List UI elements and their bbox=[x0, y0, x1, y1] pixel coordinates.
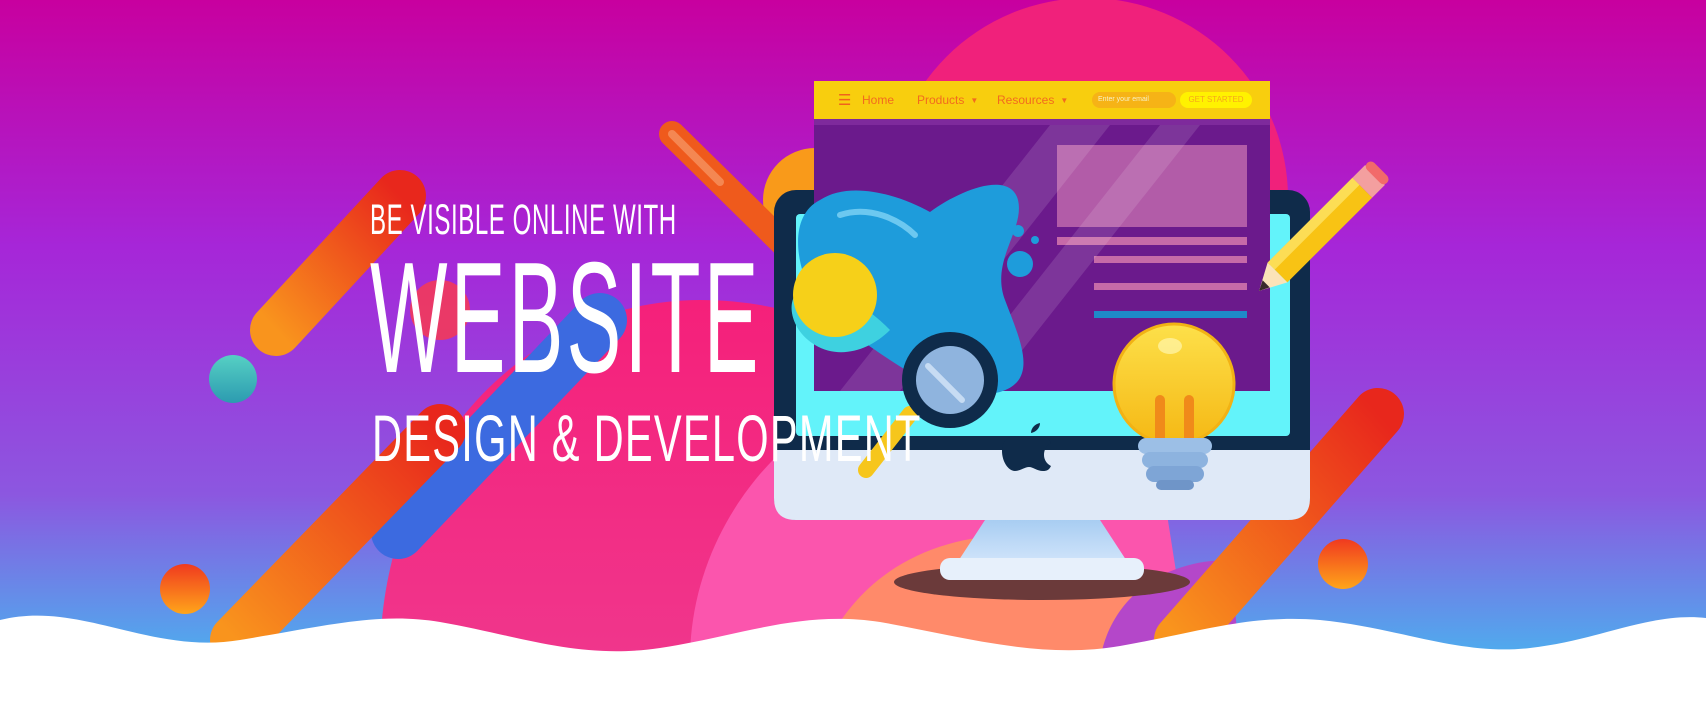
hero-subtitle: DESIGN & DEVELOPMENT bbox=[372, 401, 922, 475]
mock-email-field: Enter your email bbox=[1092, 92, 1176, 108]
mock-nav-home: Home bbox=[862, 93, 895, 107]
caret-down-icon: ▼ bbox=[970, 96, 979, 106]
monitor-stand-base bbox=[940, 558, 1144, 580]
mock-get-started-button: GET STARTED bbox=[1180, 92, 1252, 108]
browser-text-line bbox=[1094, 311, 1247, 318]
mock-nav-products: Products ▼ bbox=[917, 93, 978, 107]
mock-site-nav: ☰ Home Products ▼ Resources ▼ Enter your e… bbox=[814, 81, 1270, 119]
orange-ball-left bbox=[160, 564, 210, 614]
hero-banner: ☰ Home Products ▼ Resources ▼ Enter your e… bbox=[0, 0, 1706, 706]
mock-nav-resources: Resources ▼ bbox=[997, 93, 1068, 107]
caret-down-icon: ▼ bbox=[1060, 96, 1069, 106]
orange-ball-right bbox=[1318, 539, 1368, 589]
mock-nav-products-label: Products bbox=[917, 93, 965, 107]
browser-text-line bbox=[1094, 256, 1247, 263]
hero-title: WEBSITE bbox=[370, 230, 762, 406]
teal-ball bbox=[209, 355, 257, 403]
yellow-blob bbox=[793, 253, 877, 337]
browser-text-line bbox=[1094, 283, 1247, 290]
mock-nav-resources-label: Resources bbox=[997, 93, 1055, 107]
browser-nav-shadow bbox=[814, 119, 1270, 125]
hamburger-icon: ☰ bbox=[838, 92, 852, 109]
